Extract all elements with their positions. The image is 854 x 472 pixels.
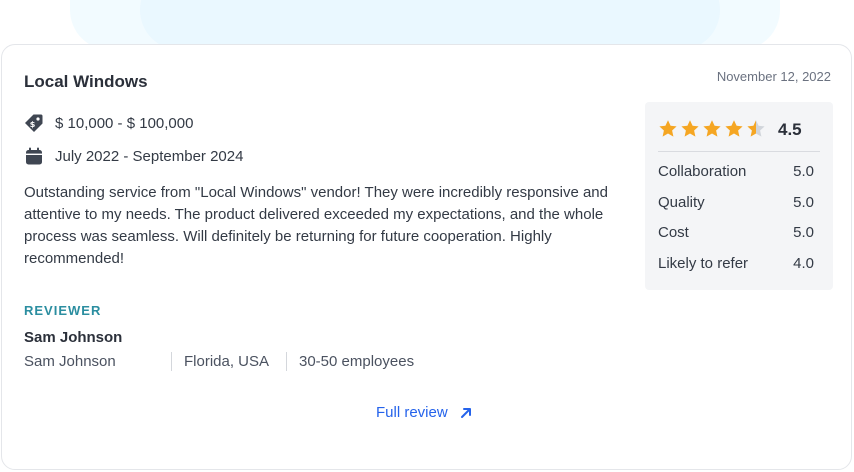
arrow-up-right-icon [458, 405, 474, 421]
rating-label: Quality [658, 194, 705, 211]
review-card: Local Windows November 12, 2022 $ $ 10,0… [1, 44, 852, 470]
reviewer-location: Florida, USA [184, 353, 270, 370]
period-row: July 2022 - September 2024 [24, 146, 243, 166]
rating-value: 5.0 [793, 224, 814, 241]
reviewer-label: REVIEWER [24, 303, 102, 318]
star-rating [658, 119, 768, 139]
reviewer-position: Sam Johnson [24, 353, 116, 370]
star-icon [725, 120, 743, 137]
price-tag-icon: $ [24, 113, 44, 133]
rating-panel: 4.5 Collaboration 5.0 Quality 5.0 Cost 5… [645, 102, 833, 290]
full-review-label: Full review [376, 404, 448, 421]
budget-value: $ 10,000 - $ 100,000 [55, 114, 194, 132]
review-text: Outstanding service from "Local Windows"… [24, 184, 608, 267]
divider [286, 352, 287, 371]
rating-label: Collaboration [658, 163, 747, 180]
rating-row-likely-to-refer: Likely to refer 4.0 [658, 255, 814, 272]
overall-rating: 4.5 [778, 120, 802, 139]
vendor-title: Local Windows [24, 72, 148, 91]
star-icon [747, 120, 765, 137]
rating-row-collaboration: Collaboration 5.0 [658, 163, 814, 180]
reviewer-company-size: 30-50 employees [299, 353, 415, 370]
reviewer-name: Sam Johnson [24, 329, 123, 346]
background-decoration [140, 0, 720, 50]
rating-row-quality: Quality 5.0 [658, 194, 814, 211]
reviewer-details: Sam Johnson Florida, USA 30-50 employees [24, 352, 414, 371]
star-icon [659, 120, 677, 137]
budget-row: $ $ 10,000 - $ 100,000 [24, 113, 193, 133]
rating-row-cost: Cost 5.0 [658, 224, 814, 241]
rating-value: 4.0 [793, 255, 814, 272]
period-value: July 2022 - September 2024 [55, 147, 244, 165]
svg-text:$: $ [30, 120, 36, 129]
rating-label: Cost [658, 224, 689, 241]
review-date: November 12, 2022 [716, 69, 831, 84]
rating-value: 5.0 [793, 163, 814, 180]
rating-label: Likely to refer [658, 255, 749, 272]
star-icon [703, 120, 721, 137]
calendar-icon [24, 146, 44, 166]
star-icon [681, 120, 699, 137]
divider [171, 352, 172, 371]
rating-value: 5.0 [793, 194, 814, 211]
divider [658, 151, 820, 152]
full-review-link[interactable]: Full review [376, 404, 474, 421]
